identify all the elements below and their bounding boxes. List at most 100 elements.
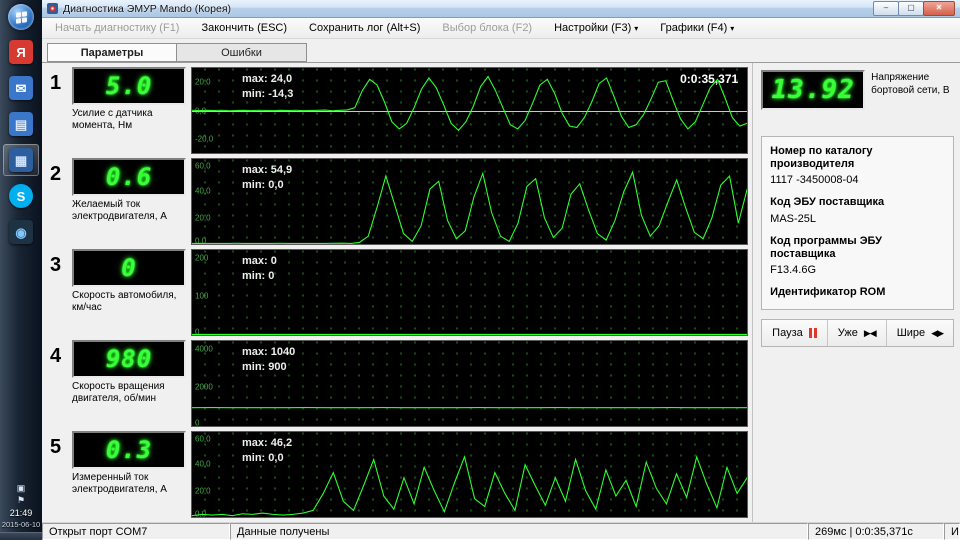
param-led-display: 0.6: [72, 158, 186, 196]
info-title: Код программы ЭБУ поставщика: [770, 234, 883, 260]
windows-logo-icon: [15, 10, 27, 24]
tab-errors[interactable]: Ошибки: [177, 43, 307, 62]
status-port: Открыт порт COM7: [42, 523, 230, 540]
param-led-value: 0.6: [105, 163, 153, 191]
window-title: Диагностика ЭМУР Mando (Корея): [63, 2, 232, 15]
taskbar-item-mail-app[interactable]: ✉: [3, 72, 39, 104]
tray-language-icon[interactable]: ⚑: [17, 496, 25, 505]
info-title: Код ЭБУ поставщика: [770, 196, 885, 209]
taskbar-item-disk-app[interactable]: ▤: [3, 108, 39, 140]
param-label: Измеренный ток электродвигателя, А: [72, 472, 167, 495]
wider-button-label: Шире: [896, 327, 926, 340]
param-led-display: 980: [72, 340, 186, 378]
right-panel: 13.92 Напряжение бортовой сети, В Номер …: [752, 63, 960, 522]
menu-finish[interactable]: Закончить (ESC): [192, 20, 296, 36]
show-desktop-button[interactable]: [0, 532, 42, 540]
param-index: 5: [50, 436, 62, 458]
minimize-button[interactable]: –: [873, 1, 899, 16]
wider-icon: ◀▶: [931, 327, 944, 338]
tab-parameters[interactable]: Параметры: [47, 43, 177, 62]
param-graph: max: 1040 min: 900 4000 2000 0: [191, 340, 749, 427]
taskbar-item-browser-globe[interactable]: ◉: [3, 216, 39, 248]
param-led-value: 0.3: [105, 436, 153, 464]
parameters-panel: 1 5.0 Усилие с датчика момента, Нм max: …: [42, 63, 752, 522]
title-bar[interactable]: Диагностика ЭМУР Mando (Корея) – ▢ ✕: [42, 0, 960, 18]
menu-graphs[interactable]: Графики (F4) ▾: [651, 20, 743, 36]
param-led-block: 0.6 Желаемый ток электродвигателя, А: [72, 158, 186, 245]
clock-date: 2015-06-10: [1, 519, 41, 529]
param-graph: max: 54,9 min: 0,0 60,0 40,0 20,0 0,0: [191, 158, 749, 245]
menu-save-log[interactable]: Сохранить лог (Alt+S): [300, 20, 429, 36]
narrower-button[interactable]: Уже ▶◀: [828, 320, 886, 346]
param-graph: max: 46,2 min: 0,0 60,0 40,0 20,0 0,0: [191, 431, 749, 518]
desktop: Я ✉ ▤ ▦ S ◉ ▣ ⚑ 21:49 2015-06-10 Диагностика …: [0, 0, 960, 540]
parameter-row: 1 5.0 Усилие с датчика момента, Нм max: …: [50, 65, 749, 156]
wider-button[interactable]: Шире ◀▶: [887, 320, 953, 346]
diagnostics-app-icon: ▦: [9, 148, 33, 172]
disk-app-icon: ▤: [9, 112, 33, 136]
taskbar-clock[interactable]: 21:49 2015-06-10: [2, 508, 40, 529]
status-bar: Открыт порт COM7 Данные получены 269мс |…: [42, 522, 960, 540]
param-led-block: 5.0 Усилие с датчика момента, Нм: [72, 67, 186, 154]
voltage-led-display: 13.92: [761, 70, 866, 110]
voltage-value: 13.92: [771, 75, 855, 105]
param-label: Усилие с датчика момента, Нм: [72, 108, 153, 131]
narrower-button-label: Уже: [837, 327, 858, 340]
status-extra: И: [944, 523, 960, 540]
param-label: Желаемый ток электродвигателя, А: [72, 199, 167, 222]
window-icon: [47, 3, 58, 14]
param-led-display: 0: [72, 249, 186, 287]
parameter-row: 5 0.3 Измеренный ток электродвигателя, А…: [50, 429, 749, 520]
skype-icon: S: [9, 184, 33, 208]
info-title: Номер по каталогу производителя: [770, 145, 873, 171]
taskbar-icons: Я ✉ ▤ ▦ S ◉: [0, 36, 42, 248]
chevron-down-icon: ▾: [730, 24, 735, 33]
caption-buttons: – ▢ ✕: [873, 1, 955, 16]
param-led-block: 980 Скорость вращения двигателя, об/мин: [72, 340, 186, 427]
menu-bar: Начать диагностику (F1) Закончить (ESC) Со…: [42, 18, 960, 39]
maximize-button[interactable]: ▢: [898, 1, 924, 16]
info-title: Идентификатор ROM: [770, 285, 886, 298]
narrower-icon: ▶◀: [863, 327, 877, 338]
voltage-block: 13.92 Напряжение бортовой сети, В: [761, 70, 954, 110]
chevron-down-icon: ▾: [634, 24, 639, 33]
browser-globe-icon: ◉: [9, 220, 33, 244]
system-tray: ▣ ⚑ 21:49 2015-06-10: [2, 484, 40, 532]
status-timing: 269мс | 0:0:35,371с: [808, 523, 944, 540]
taskbar: Я ✉ ▤ ▦ S ◉ ▣ ⚑ 21:49 2015-06-10: [0, 0, 42, 540]
info-value: 1117 -3450008-04: [770, 174, 859, 187]
voltage-label: Напряжение бортовой сети, В: [871, 72, 950, 96]
param-led-display: 5.0: [72, 67, 186, 105]
close-button[interactable]: ✕: [923, 1, 955, 16]
taskbar-item-skype[interactable]: S: [3, 180, 39, 212]
param-label: Скорость вращения двигателя, об/мин: [72, 381, 165, 404]
mail-app-icon: ✉: [9, 76, 33, 100]
param-label: Скорость автомобиля, км/час: [72, 290, 177, 313]
param-graph: max: 0 min: 0 200 100 0: [191, 249, 749, 336]
tray-notification-icon[interactable]: ▣: [17, 484, 26, 493]
clock-time: 21:49: [9, 508, 33, 519]
param-index: 1: [50, 72, 62, 94]
main-area: 1 5.0 Усилие с датчика момента, Нм max: …: [42, 62, 960, 522]
menu-start-diagnostics[interactable]: Начать диагностику (F1): [46, 20, 188, 36]
parameter-row: 3 0 Скорость автомобиля, км/час max: 0 m…: [50, 247, 749, 338]
param-graph: max: 24,0 min: -14,3 0:0:35,371 20,0 0,0-…: [191, 67, 749, 154]
param-index: 3: [50, 254, 62, 276]
pause-button[interactable]: Пауза: [762, 320, 827, 346]
taskbar-item-diagnostics-app[interactable]: ▦: [3, 144, 39, 176]
info-value: F13.4.6G: [770, 263, 817, 276]
taskbar-item-yandex-browser[interactable]: Я: [3, 36, 39, 68]
status-message: Данные получены: [230, 523, 808, 540]
param-led-block: 0.3 Измеренный ток электродвигателя, А: [72, 431, 186, 518]
tab-bar: Параметры Ошибки: [42, 39, 960, 62]
param-led-value: 5.0: [105, 72, 153, 100]
info-value: MAS-25L: [770, 212, 817, 225]
start-button[interactable]: [8, 4, 34, 30]
parameter-row: 2 0.6 Желаемый ток электродвигателя, А m…: [50, 156, 749, 247]
app-window: Диагностика ЭМУР Mando (Корея) – ▢ ✕ Начат…: [42, 0, 960, 540]
menu-settings[interactable]: Настройки (F3) ▾: [545, 20, 647, 36]
yandex-browser-icon: Я: [9, 40, 33, 64]
param-index: 4: [50, 345, 62, 367]
menu-select-block[interactable]: Выбор блока (F2): [433, 20, 541, 36]
param-index: 2: [50, 163, 62, 185]
